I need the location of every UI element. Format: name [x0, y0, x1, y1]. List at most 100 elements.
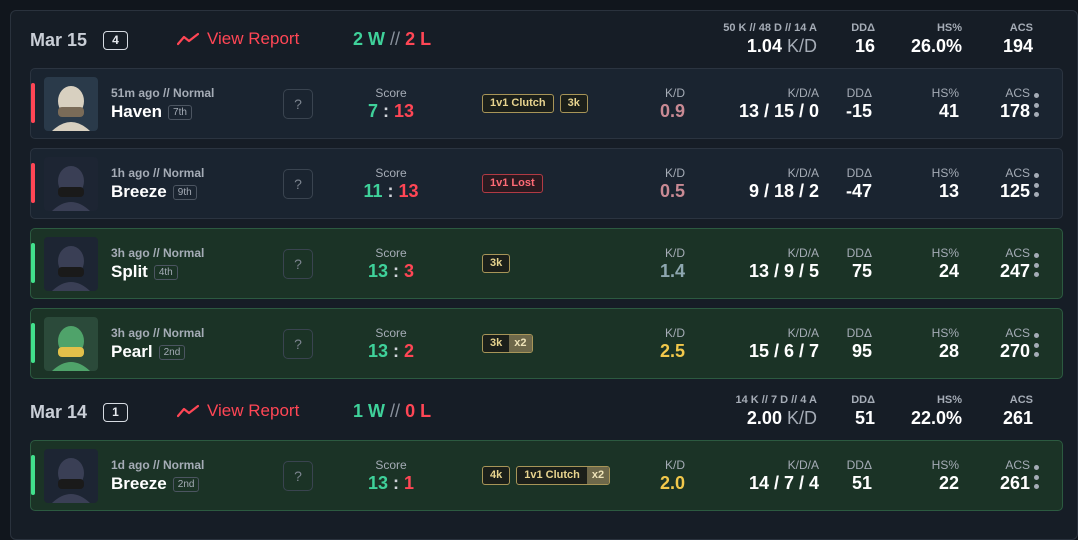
kd-label: K/D [664, 86, 685, 100]
score-label: Score [375, 166, 407, 180]
match-row[interactable]: 1d ago // Normal Breeze 2nd? Score 13 : 1 4k 1… [30, 440, 1063, 511]
acs-label: ACS [1005, 458, 1030, 472]
kd-value: 0.5 [659, 181, 685, 201]
match-score: Score 7 : 13 [356, 86, 426, 122]
tag-label: 4k [490, 469, 503, 481]
score-separator: : [382, 101, 389, 121]
match-hs: HS% 24 [932, 246, 959, 282]
question-button[interactable]: ? [283, 169, 313, 199]
day-date: Mar 14 [30, 402, 88, 422]
agent-portrait-icon [44, 237, 98, 291]
match-row[interactable]: 51m ago // Normal Haven 7th? Score 7 : 13 1v1… [30, 68, 1063, 139]
tag-label: 3k [567, 97, 580, 109]
score-enemy: 13 [398, 181, 419, 201]
dd-value: -47 [845, 181, 872, 201]
question-button[interactable]: ? [283, 89, 313, 119]
match-tag: 1v1 Lost [482, 174, 543, 193]
score-label: Score [375, 86, 407, 100]
wins-count: 1 W [353, 401, 386, 421]
match-hs: HS% 41 [932, 86, 959, 122]
view-report-label: View Report [207, 401, 300, 420]
score-team: 13 [367, 473, 388, 493]
day-dd-stat: DDΔ 16 [851, 22, 875, 57]
acs-label: ACS [1005, 166, 1030, 180]
match-meta: 1h ago // Normal Breeze 9th [111, 166, 204, 202]
placement-badge: 4th [153, 264, 178, 280]
hs-label: HS% [931, 86, 959, 100]
dd-value: -15 [845, 101, 872, 121]
score-separator: : [387, 181, 394, 201]
kd-label: K/D [664, 166, 685, 180]
match-tags: 1v1 Lost [482, 174, 543, 193]
hs-value: 28 [938, 341, 959, 361]
match-kda: K/D/A 13 / 15 / 0 [739, 86, 819, 122]
map-name: Breeze [111, 474, 167, 493]
dd-label: DDΔ [846, 166, 872, 180]
day-kda-totals: 50 K // 48 D // 14 A [723, 22, 817, 34]
more-options-icon[interactable] [1032, 253, 1040, 277]
match-tag: 3k [482, 254, 511, 273]
match-tag: 4k [482, 466, 511, 485]
match-time-mode: 1d ago // Normal [111, 458, 205, 472]
view-report-link[interactable]: View Report [177, 401, 299, 421]
match-time-mode: 3h ago // Normal [111, 246, 205, 260]
wl-separator: // [390, 29, 401, 49]
acs-value: 270 [999, 341, 1030, 361]
more-options-icon[interactable] [1032, 333, 1040, 357]
more-options-icon[interactable] [1032, 93, 1040, 117]
tag-multiplier: x2 [509, 335, 532, 352]
match-kd: K/D 1.4 [660, 246, 685, 282]
question-button[interactable]: ? [283, 329, 313, 359]
tag-label: 1v1 Clutch [524, 469, 580, 481]
dd-value: 75 [851, 261, 872, 281]
acs-label: ACS [1005, 246, 1030, 260]
view-report-link[interactable]: View Report [177, 29, 299, 49]
hs-label: HS% [931, 326, 959, 340]
match-acs: ACS 261 [1000, 458, 1030, 494]
score-enemy: 13 [394, 101, 415, 121]
score-label: Score [375, 458, 407, 472]
match-meta: 51m ago // Normal Haven 7th [111, 86, 214, 122]
result-accent-bar [31, 83, 35, 123]
match-tags: 4k 1v1 Clutch x2 [482, 466, 611, 485]
day-kd-unit: K/D [786, 36, 817, 56]
score-separator: : [393, 341, 399, 361]
match-kda: K/D/A 14 / 7 / 4 [749, 458, 819, 494]
match-row[interactable]: 1h ago // Normal Breeze 9th? Score 11 : 13 1v… [30, 148, 1063, 219]
kda-value: 13 / 9 / 5 [748, 261, 819, 281]
acs-label: ACS [1009, 22, 1033, 34]
acs-label: ACS [1009, 394, 1033, 406]
match-time-mode: 3h ago // Normal [111, 326, 205, 340]
placement-badge: 7th [168, 104, 192, 120]
match-hs: HS% 28 [932, 326, 959, 362]
match-tag: 3k [559, 94, 588, 113]
match-dd: DDΔ 95 [847, 326, 872, 362]
day-kda-summary: 50 K // 48 D // 14 A 1.04 K/D [723, 22, 817, 57]
wl-separator: // [390, 401, 401, 421]
acs-value: 178 [999, 101, 1030, 121]
score-team: 13 [367, 341, 388, 361]
more-options-icon[interactable] [1032, 465, 1040, 489]
day-kd-value: 2.00 [746, 408, 782, 428]
match-dd: DDΔ -47 [846, 166, 872, 202]
question-button[interactable]: ? [283, 249, 313, 279]
losses-count: 0 L [405, 401, 432, 421]
placement-badge: 2nd [172, 476, 200, 492]
kd-value: 2.5 [659, 341, 685, 361]
match-score: Score 13 : 3 [356, 246, 426, 282]
match-row[interactable]: 3h ago // Normal Pearl 2nd? Score 13 : 2 3k x2… [30, 308, 1063, 379]
day-date: Mar 15 [30, 30, 88, 50]
more-options-icon[interactable] [1032, 173, 1040, 197]
losses-count: 2 L [405, 29, 432, 49]
match-tags: 3k x2 [482, 334, 533, 353]
match-meta: 3h ago // Normal Pearl 2nd [111, 326, 204, 362]
score-separator: : [393, 473, 399, 493]
day-kda-totals: 14 K // 7 D // 4 A [735, 394, 817, 406]
kda-value: 13 / 15 / 0 [738, 101, 819, 121]
kd-label: K/D [664, 458, 685, 472]
match-row[interactable]: 3h ago // Normal Split 4th? Score 13 : 3 3k K/… [30, 228, 1063, 299]
hs-label: HS% [936, 22, 962, 34]
match-hs: HS% 22 [932, 458, 959, 494]
kda-label: K/D/A [787, 166, 819, 180]
question-button[interactable]: ? [283, 461, 313, 491]
